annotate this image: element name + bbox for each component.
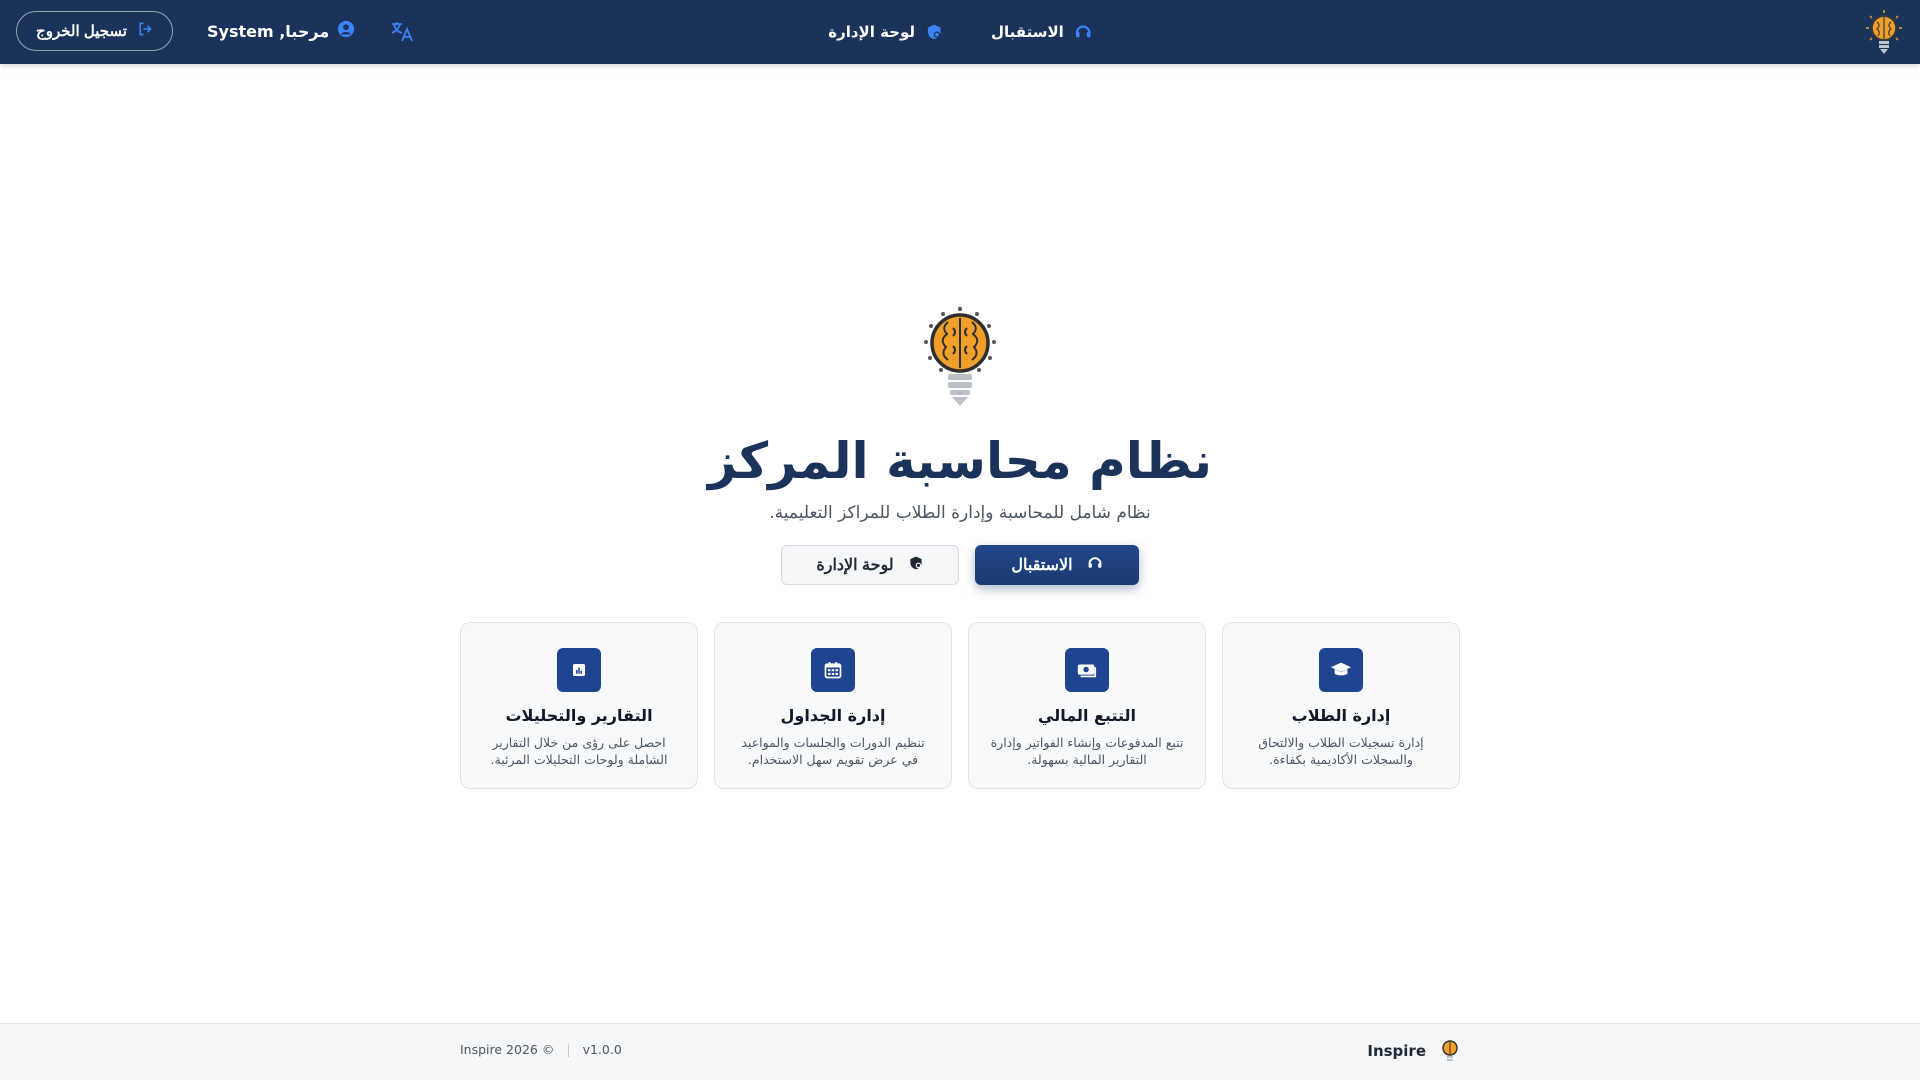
nav-reception[interactable]: الاستقبال [991,23,1092,41]
logout-label: تسجيل الخروج [36,23,127,40]
chart-icon [557,648,601,692]
feature-description: تتبع المدفوعات وإنشاء الفواتير وإدارة ال… [990,735,1184,767]
footer: Inspire Inspire 2026 © | v1.0.0 [0,1023,1920,1080]
feature-title: التقارير والتحليلات [505,706,653,725]
nav-admin-label: لوحة الإدارة [828,23,916,41]
headset-icon [1087,555,1103,576]
version-text: v1.0.0 [582,1042,622,1057]
nav-admin-dashboard[interactable]: لوحة الإدارة [828,23,943,41]
footer-brand-name: Inspire [1367,1042,1426,1060]
brain-bulb-logo-icon [1442,1040,1458,1061]
reception-button[interactable]: الاستقبال [975,545,1139,585]
top-navbar: الاستقبال لوحة الإدارة تسجيل الخروج مرحب… [0,0,1920,64]
page-title: نظام محاسبة المركز [707,432,1213,490]
user-circle-icon [337,20,355,42]
app-logo[interactable] [1864,8,1904,56]
logout-icon [137,21,153,41]
brain-bulb-logo-icon [1866,10,1902,54]
feature-card-schedules: إدارة الجداول تنظيم الدورات والجلسات وال… [714,622,952,789]
main-nav: الاستقبال لوحة الإدارة [828,23,1092,41]
page-subtitle: نظام شامل للمحاسبة وإدارة الطلاب للمراكز… [769,503,1151,523]
copyright-text: Inspire 2026 © [460,1042,555,1057]
divider: | [566,1042,571,1057]
feature-card-reports: التقارير والتحليلات احصل على رؤى من خلال… [460,622,698,789]
feature-description: تنظيم الدورات والجلسات والمواعيد في عرض … [741,735,925,767]
footer-meta: Inspire 2026 © | v1.0.0 [460,1042,622,1057]
feature-description: إدارة تسجيلات الطلاب والالتحاق والسجلات … [1258,735,1424,767]
feature-card-students: إدارة الطلاب إدارة تسجيلات الطلاب والالت… [1222,622,1460,789]
feature-title: إدارة الجداول [780,706,886,725]
admin-dashboard-button[interactable]: لوحة الإدارة [781,545,959,585]
logout-button[interactable]: تسجيل الخروج [16,11,173,51]
feature-card-finance: التتبع المالي تتبع المدفوعات وإنشاء الفو… [968,622,1206,789]
feature-title: إدارة الطلاب [1291,706,1391,725]
shield-icon [925,23,943,41]
user-greeting: مرحبا, System [207,20,355,42]
admin-dashboard-button-label: لوحة الإدارة [816,557,894,574]
user-tools: تسجيل الخروج مرحبا, System [16,11,415,51]
footer-brand: Inspire [1367,1038,1460,1064]
graduation-cap-icon [1319,648,1363,692]
translate-icon[interactable] [389,18,415,44]
calendar-icon [811,648,855,692]
reception-button-label: الاستقبال [1011,557,1073,574]
feature-title: التتبع المالي [1038,706,1137,725]
greeting-text: مرحبا, System [207,21,330,41]
hero-actions: الاستقبال لوحة الإدارة [781,545,1139,585]
hero-section: نظام محاسبة المركز نظام شامل للمحاسبة وإ… [0,300,1920,585]
shield-icon [908,555,924,576]
feature-description: احصل على رؤى من خلال التقارير الشاملة ول… [490,735,668,767]
nav-reception-label: الاستقبال [991,23,1064,41]
hero-logo [917,300,1003,414]
feature-cards: إدارة الطلاب إدارة تسجيلات الطلاب والالت… [460,622,1460,789]
brain-bulb-logo-icon [924,306,996,406]
money-icon [1065,648,1109,692]
headset-icon [1074,23,1092,41]
